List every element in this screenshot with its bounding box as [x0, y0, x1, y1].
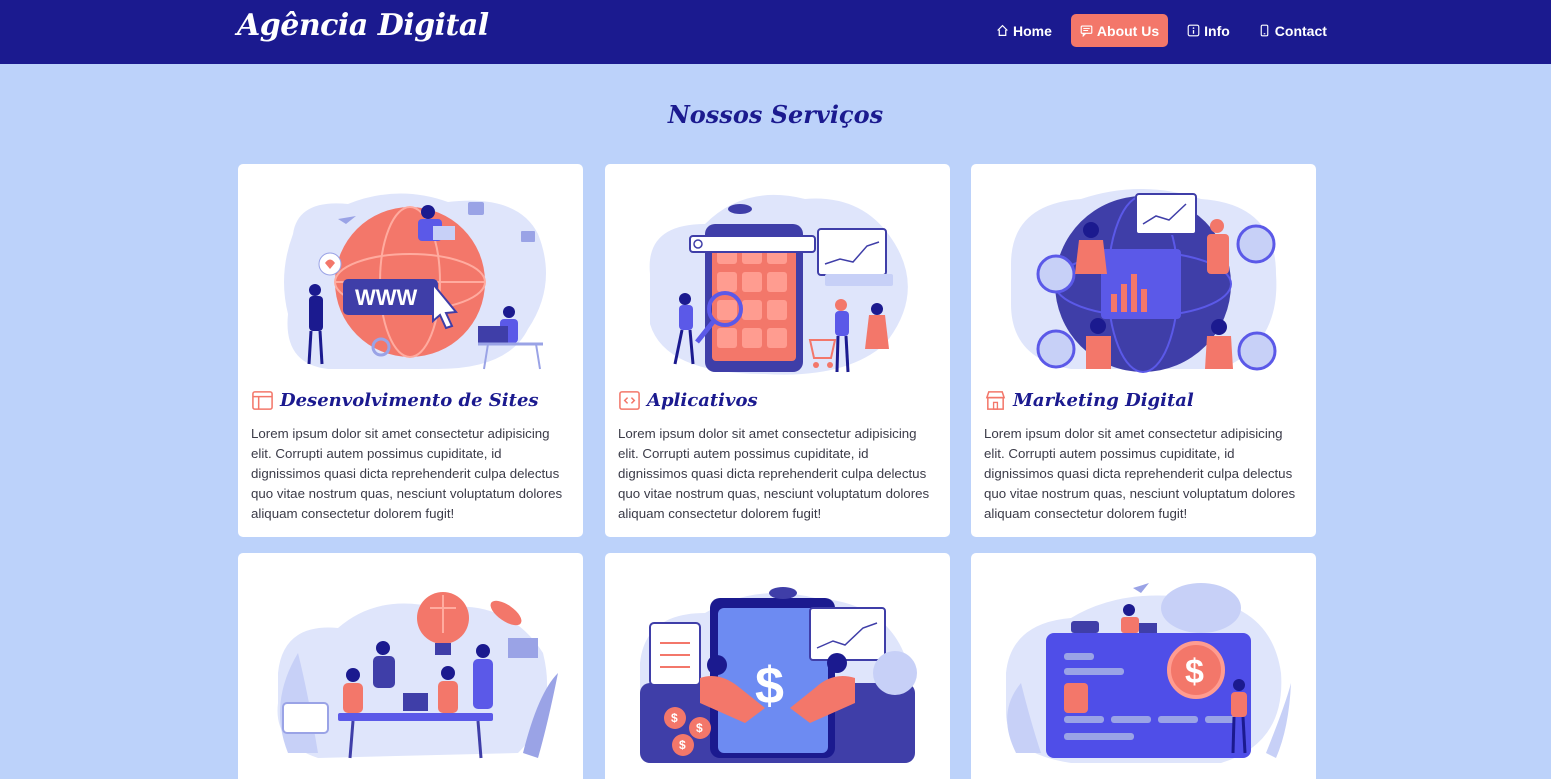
service-card-marketing: Marketing Digital Lorem ipsum dolor sit … — [971, 164, 1316, 537]
nav-contact[interactable]: Contact — [1249, 14, 1336, 47]
nav-info-label: Info — [1204, 22, 1230, 39]
card-title: Desenvolvimento de Sites — [280, 390, 539, 411]
card-header: Desenvolvimento de Sites — [251, 389, 539, 412]
nav-home-label: Home — [1013, 22, 1052, 39]
handshake-dollar-illustration: $ $$$ — [640, 587, 917, 763]
main-nav: Home About Us Info Contact — [987, 14, 1336, 47]
svg-text:WWW: WWW — [355, 285, 418, 310]
svg-text:$: $ — [671, 711, 678, 725]
card-title: Marketing Digital — [1013, 390, 1194, 411]
card-header: Aplicativos — [618, 389, 758, 412]
website-globe-illustration: WWW — [284, 193, 546, 370]
card-description: Lorem ipsum dolor sit amet consectetur a… — [251, 426, 563, 521]
nav-about-label: About Us — [1096, 22, 1160, 39]
info-icon — [1187, 24, 1200, 37]
nav-info[interactable]: Info — [1178, 14, 1239, 47]
card-title: Aplicativos — [647, 390, 758, 411]
svg-text:$: $ — [696, 721, 703, 735]
service-card-6: $ — [971, 553, 1316, 779]
nav-home[interactable]: Home — [987, 14, 1061, 47]
browser-window-icon — [252, 391, 273, 410]
card-description: Lorem ipsum dolor sit amet consectetur a… — [984, 426, 1296, 521]
phone-icon — [1260, 24, 1269, 37]
home-icon — [997, 24, 1008, 36]
chat-icon — [1080, 25, 1093, 37]
mobile-app-illustration — [649, 194, 908, 375]
marketing-globe-illustration — [1011, 189, 1277, 373]
service-card-4 — [238, 553, 583, 779]
svg-text:$: $ — [1185, 653, 1204, 691]
code-icon — [619, 391, 640, 410]
navbar: Agência Digital Home About Us Info Conta… — [0, 0, 1551, 64]
service-card-sites: WWW Desenvolvimento de Sites Lorem ipsum… — [238, 164, 583, 537]
team-idea-illustration — [277, 592, 558, 759]
credit-card-illustration: $ — [1006, 583, 1291, 763]
nav-contact-label: Contact — [1274, 22, 1327, 39]
card-header: Marketing Digital — [984, 389, 1194, 412]
card-description: Lorem ipsum dolor sit amet consectetur a… — [618, 426, 930, 521]
service-card-5: $ $ $ $ — [605, 553, 950, 779]
brand-logo[interactable]: Agência Digital — [237, 8, 489, 43]
section-title: Nossos Serviços — [667, 100, 884, 129]
service-card-apps: Aplicativos Lorem ipsum dolor sit amet c… — [605, 164, 950, 537]
nav-about-us[interactable]: About Us — [1070, 14, 1169, 47]
svg-text:$: $ — [679, 738, 686, 752]
shop-icon — [985, 391, 1006, 410]
